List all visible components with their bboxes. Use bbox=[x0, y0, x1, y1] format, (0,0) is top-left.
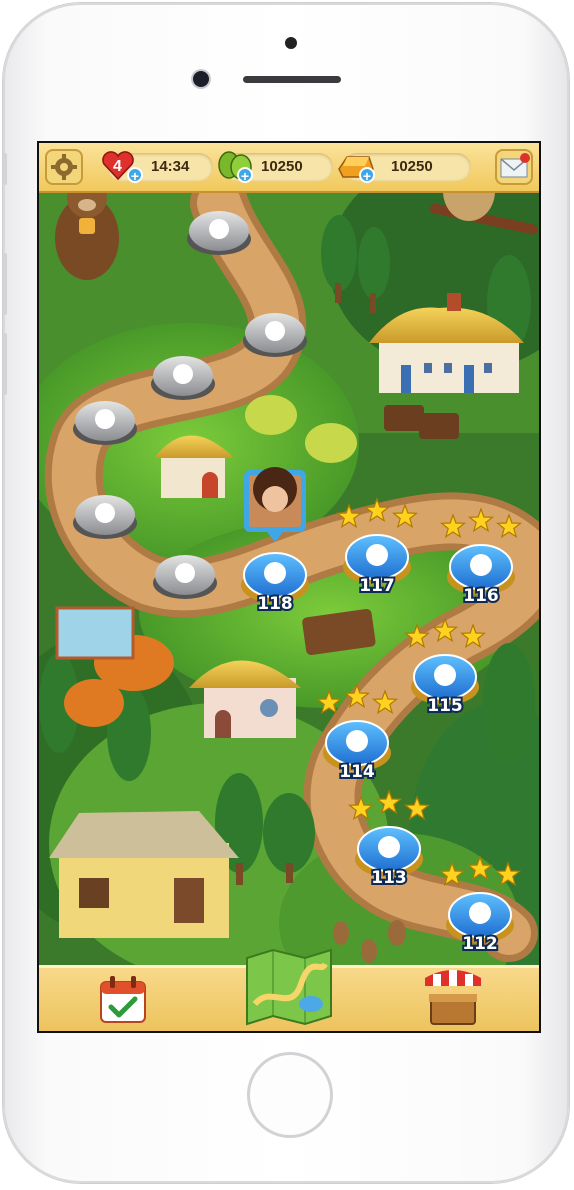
apple-icon bbox=[346, 730, 368, 752]
apple-icon bbox=[366, 544, 388, 566]
lives-counter[interactable]: 4 + 14:34 bbox=[102, 151, 213, 183]
level-map[interactable]: 118 117 116 115 114 113 112 bbox=[39, 143, 539, 1031]
apple-icon bbox=[378, 836, 400, 858]
gear-icon bbox=[51, 154, 77, 180]
lives-timer: 14:34 bbox=[151, 158, 190, 175]
gold-counter[interactable]: + 10250 bbox=[338, 153, 471, 183]
add-lives-button[interactable]: + bbox=[127, 167, 143, 183]
apple-icon bbox=[470, 554, 492, 576]
apple-icon bbox=[469, 902, 491, 924]
apple-icon bbox=[434, 664, 456, 686]
calendar-check-icon bbox=[100, 976, 146, 1023]
gold-amount: 10250 bbox=[391, 158, 433, 175]
proximity-sensor bbox=[285, 37, 297, 49]
bottom-nav bbox=[39, 948, 539, 1031]
volume-down-button bbox=[3, 333, 7, 395]
inbox-button[interactable] bbox=[495, 149, 533, 185]
boosters-counter[interactable]: + 10250 bbox=[218, 151, 333, 183]
map-icon bbox=[246, 948, 332, 1026]
front-camera bbox=[193, 71, 209, 87]
add-gold-button[interactable]: + bbox=[359, 167, 375, 183]
player-avatar-marker bbox=[244, 467, 306, 542]
level-number: 117 bbox=[359, 576, 395, 596]
shop-button[interactable] bbox=[421, 960, 485, 1028]
greenhouse bbox=[55, 606, 135, 660]
envelope-icon bbox=[500, 153, 530, 178]
level-number: 116 bbox=[463, 586, 499, 606]
volume-up-button bbox=[3, 253, 7, 315]
game-screen: 118 117 116 115 114 113 112 4 + 14:34 + … bbox=[37, 141, 541, 1033]
boosters-amount: 10250 bbox=[261, 158, 303, 175]
apple-icon bbox=[264, 562, 286, 584]
level-number: 115 bbox=[427, 696, 463, 716]
level-number: 112 bbox=[462, 934, 498, 954]
lives-count: 4 bbox=[113, 158, 122, 175]
level-number: 114 bbox=[339, 762, 375, 782]
mute-switch bbox=[3, 153, 7, 185]
add-boosters-button[interactable]: + bbox=[237, 167, 253, 183]
earpiece-speaker bbox=[243, 76, 341, 83]
map-button[interactable] bbox=[241, 944, 337, 1028]
top-hud: 4 + 14:34 + 10250 + 10250 bbox=[39, 143, 539, 193]
settings-button[interactable] bbox=[45, 149, 83, 185]
level-number: 118 bbox=[257, 594, 293, 614]
level-number: 113 bbox=[371, 868, 407, 888]
stone-house bbox=[49, 811, 239, 938]
daily-reward-button[interactable] bbox=[97, 972, 149, 1028]
market-stall-icon bbox=[425, 970, 481, 1025]
home-button[interactable] bbox=[247, 1052, 333, 1138]
